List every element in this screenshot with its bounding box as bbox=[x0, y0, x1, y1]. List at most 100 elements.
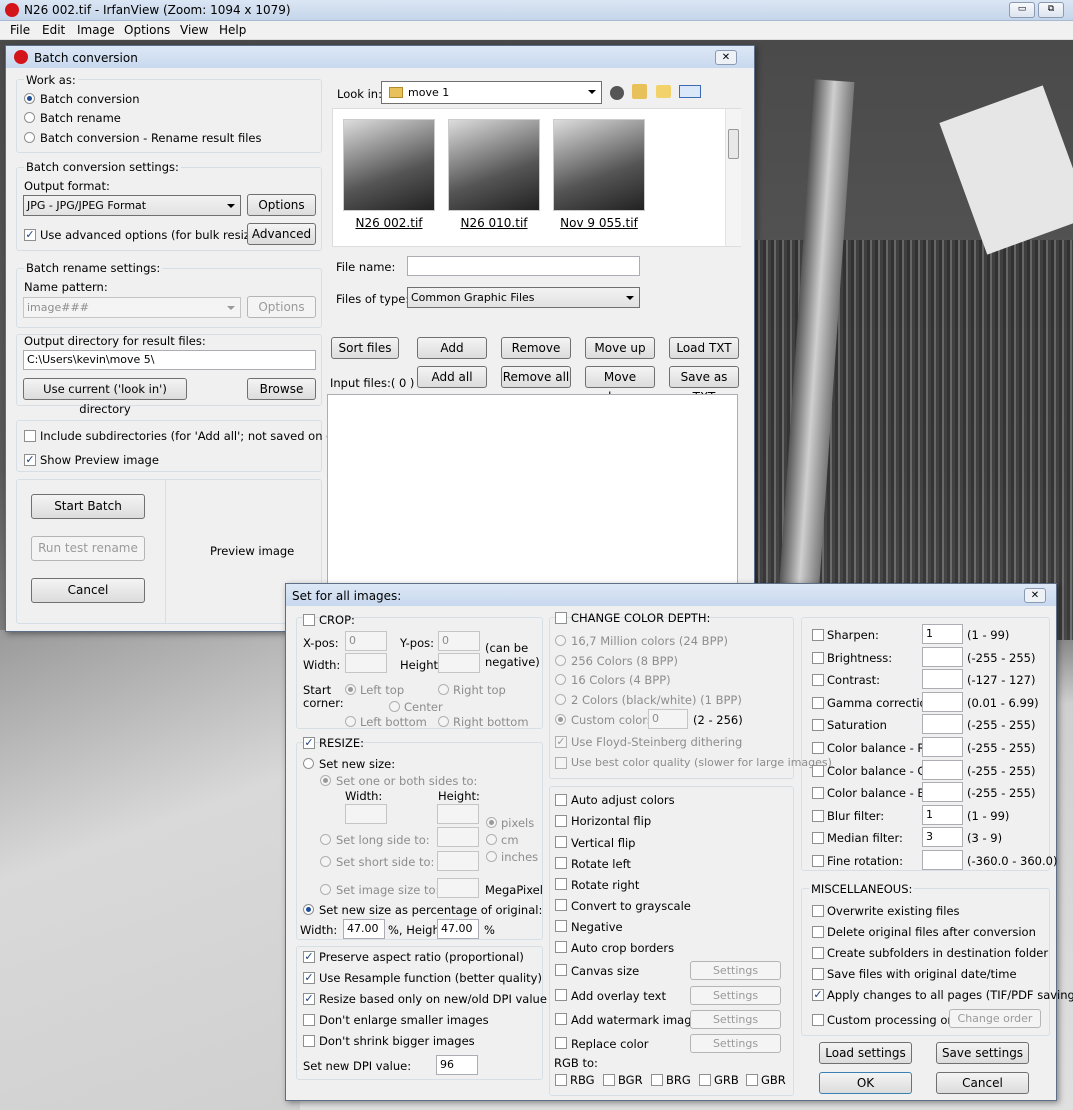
name-pattern-input[interactable]: image### bbox=[23, 297, 241, 318]
preserve-aspect-checkbox[interactable]: ✓ bbox=[303, 951, 315, 963]
rotate-right-checkbox[interactable] bbox=[555, 878, 567, 890]
save-as-txt-button[interactable]: Save as TXT bbox=[669, 366, 739, 404]
short-side-radio[interactable] bbox=[320, 856, 331, 867]
rgb-grb-checkbox[interactable] bbox=[699, 1074, 711, 1086]
new-width-input[interactable] bbox=[345, 804, 387, 824]
long-side-input[interactable] bbox=[437, 827, 479, 847]
menu-help[interactable]: Help bbox=[219, 23, 246, 37]
gamma-input[interactable] bbox=[922, 691, 963, 712]
cm-radio[interactable] bbox=[486, 834, 497, 845]
saturation-checkbox[interactable] bbox=[812, 719, 824, 732]
add-all-button[interactable]: Add all bbox=[417, 366, 487, 388]
files-of-type-select[interactable]: Common Graphic Files bbox=[407, 287, 640, 308]
restore-button[interactable]: ⧉ bbox=[1038, 2, 1064, 18]
move-down-button[interactable]: Move down bbox=[585, 366, 655, 404]
percentage-radio[interactable] bbox=[303, 904, 314, 915]
auto-crop-checkbox[interactable] bbox=[555, 941, 567, 953]
load-txt-button[interactable]: Load TXT bbox=[669, 337, 739, 359]
median-input[interactable]: 3 bbox=[922, 827, 963, 848]
watermark-checkbox[interactable] bbox=[555, 1013, 567, 1025]
custom-colors-radio[interactable] bbox=[555, 714, 566, 725]
horizontal-flip-checkbox[interactable] bbox=[555, 815, 567, 827]
back-icon[interactable] bbox=[610, 86, 624, 100]
rename-options-button[interactable]: Options bbox=[247, 296, 316, 318]
file-name-input[interactable] bbox=[407, 256, 640, 276]
contrast-input[interactable] bbox=[922, 669, 963, 690]
cancel-button[interactable]: Cancel bbox=[31, 578, 145, 603]
gamma-checkbox[interactable] bbox=[812, 696, 824, 709]
options-button[interactable]: Options bbox=[247, 194, 316, 216]
sort-files-button[interactable]: Sort files bbox=[331, 337, 399, 359]
up-folder-icon[interactable] bbox=[632, 84, 647, 99]
menu-edit[interactable]: Edit bbox=[42, 23, 65, 37]
move-up-button[interactable]: Move up bbox=[585, 337, 655, 359]
auto-adjust-checkbox[interactable] bbox=[555, 794, 567, 806]
crop-checkbox[interactable] bbox=[303, 614, 315, 626]
cancel-settings-button[interactable]: Cancel bbox=[936, 1072, 1029, 1094]
ok-button[interactable]: OK bbox=[819, 1072, 912, 1094]
create-subfolders-checkbox[interactable] bbox=[812, 947, 824, 959]
sharpen-input[interactable]: 1 bbox=[922, 624, 963, 644]
ypos-input[interactable]: 0 bbox=[438, 631, 480, 651]
depth-1bpp-radio[interactable] bbox=[555, 694, 566, 705]
watermark-settings-button[interactable]: Settings bbox=[690, 1010, 781, 1029]
run-test-rename-button[interactable]: Run test rename bbox=[31, 536, 145, 561]
percent-width-input[interactable]: 47.00 bbox=[343, 919, 385, 939]
menu-file[interactable]: File bbox=[10, 23, 30, 37]
long-side-radio[interactable] bbox=[320, 834, 331, 845]
blur-checkbox[interactable] bbox=[812, 809, 824, 822]
set-one-or-both-radio[interactable] bbox=[320, 775, 331, 786]
color-depth-checkbox[interactable] bbox=[555, 612, 567, 624]
thumbnail-image[interactable] bbox=[343, 119, 435, 211]
left-top-radio[interactable] bbox=[345, 684, 356, 695]
view-menu-icon[interactable] bbox=[679, 85, 701, 98]
dpi-input[interactable]: 96 bbox=[436, 1055, 478, 1075]
fine-rotation-checkbox[interactable] bbox=[812, 855, 824, 867]
include-subdirectories-checkbox[interactable] bbox=[24, 430, 36, 442]
use-advanced-checkbox[interactable]: ✓ bbox=[24, 229, 36, 241]
output-format-select[interactable]: JPG - JPG/JPEG Format bbox=[23, 195, 241, 216]
grayscale-checkbox[interactable] bbox=[555, 899, 567, 911]
mode-convert-rename-radio[interactable] bbox=[24, 132, 35, 143]
balance-r-checkbox[interactable] bbox=[812, 742, 824, 754]
canvas-settings-button[interactable]: Settings bbox=[690, 961, 781, 980]
remove-all-button[interactable]: Remove all bbox=[501, 366, 571, 388]
look-in-select[interactable]: move 1 bbox=[381, 81, 602, 104]
blur-input[interactable]: 1 bbox=[922, 804, 963, 825]
rotate-left-checkbox[interactable] bbox=[555, 857, 567, 869]
crop-height-input[interactable] bbox=[438, 653, 480, 673]
mode-batch-rename-radio[interactable] bbox=[24, 112, 35, 123]
set-new-size-radio[interactable] bbox=[303, 758, 314, 769]
depth-24bpp-radio[interactable] bbox=[555, 635, 566, 646]
median-checkbox[interactable] bbox=[812, 832, 824, 845]
right-top-radio[interactable] bbox=[438, 684, 449, 695]
show-preview-checkbox[interactable]: ✓ bbox=[24, 454, 36, 466]
original-date-checkbox[interactable] bbox=[812, 968, 824, 980]
image-size-radio[interactable] bbox=[320, 884, 331, 895]
saturation-input[interactable] bbox=[922, 714, 963, 735]
custom-order-checkbox[interactable] bbox=[812, 1014, 824, 1026]
rgb-bgr-checkbox[interactable] bbox=[603, 1074, 615, 1086]
overwrite-checkbox[interactable] bbox=[812, 905, 824, 917]
menu-image[interactable]: Image bbox=[77, 23, 115, 37]
balance-b-input[interactable] bbox=[922, 782, 963, 803]
rgb-gbr-checkbox[interactable] bbox=[746, 1074, 758, 1086]
brightness-input[interactable] bbox=[922, 646, 963, 667]
balance-b-checkbox[interactable] bbox=[812, 787, 824, 800]
left-bottom-radio[interactable] bbox=[345, 716, 356, 727]
contrast-checkbox[interactable] bbox=[812, 674, 824, 687]
rgb-brg-checkbox[interactable] bbox=[651, 1074, 663, 1086]
save-settings-button[interactable]: Save settings bbox=[936, 1042, 1029, 1064]
vertical-flip-checkbox[interactable] bbox=[555, 836, 567, 848]
delete-originals-checkbox[interactable] bbox=[812, 926, 824, 938]
close-icon[interactable]: ✕ bbox=[1024, 588, 1046, 603]
balance-g-input[interactable] bbox=[922, 759, 963, 780]
advanced-button[interactable]: Advanced bbox=[247, 223, 316, 245]
load-settings-button[interactable]: Load settings bbox=[819, 1042, 912, 1064]
dont-shrink-checkbox[interactable] bbox=[303, 1035, 315, 1047]
use-current-directory-button[interactable]: Use current ('look in') directory bbox=[23, 378, 187, 416]
rgb-rbg-checkbox[interactable] bbox=[555, 1074, 567, 1086]
depth-8bpp-radio[interactable] bbox=[555, 655, 566, 666]
output-directory-input[interactable]: C:\Users\kevin\move 5\ bbox=[23, 350, 316, 370]
resample-checkbox[interactable]: ✓ bbox=[303, 972, 315, 984]
